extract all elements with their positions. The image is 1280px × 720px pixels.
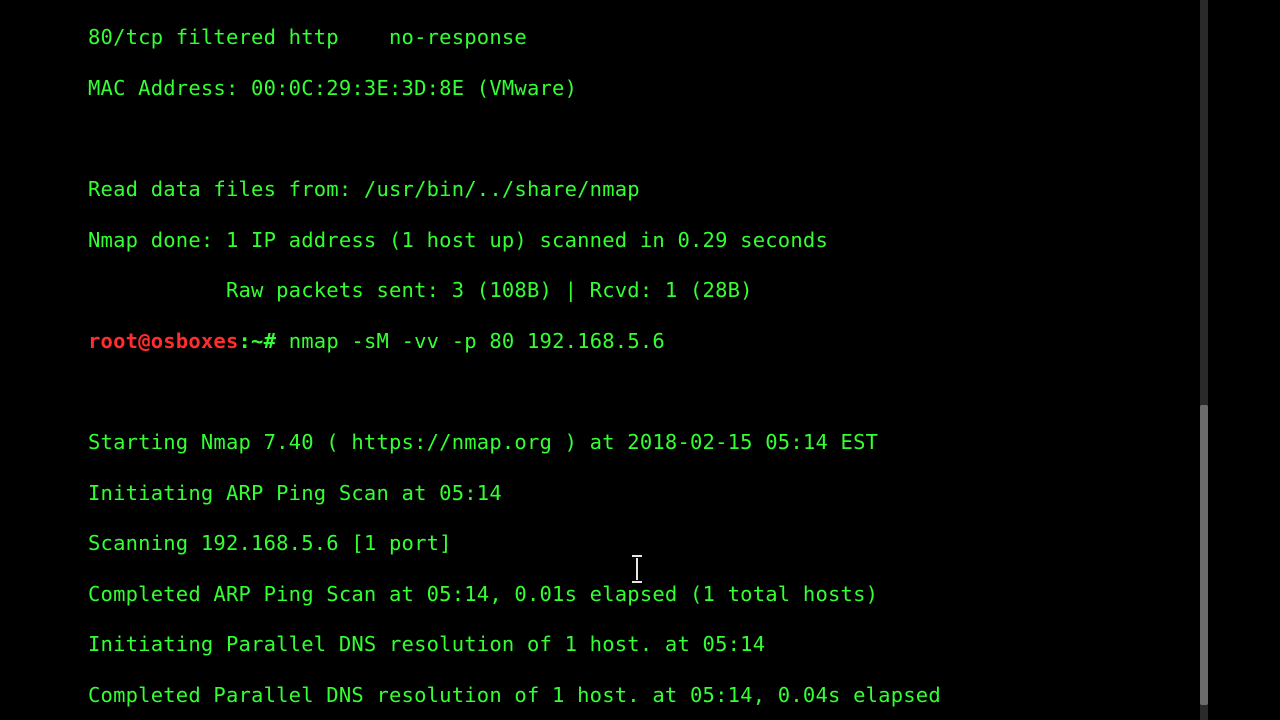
output-line: Read data files from: /usr/bin/../share/…	[88, 177, 1200, 202]
prompt-host: osboxes	[151, 329, 239, 353]
prompt-user: root	[88, 329, 138, 353]
output-line: Initiating Parallel DNS resolution of 1 …	[88, 632, 1200, 657]
output-line	[88, 126, 1200, 151]
output-line: Completed Parallel DNS resolution of 1 h…	[88, 683, 1200, 708]
output-line: MAC Address: 00:0C:29:3E:3D:8E (VMware)	[88, 76, 1200, 101]
output-line: 80/tcp filtered http no-response	[88, 25, 1200, 50]
output-line: Completed ARP Ping Scan at 05:14, 0.01s …	[88, 582, 1200, 607]
command-text: nmap -sM -vv -p 80 192.168.5.6	[289, 329, 665, 353]
output-line	[88, 379, 1200, 404]
terminal-window[interactable]: 80/tcp filtered http no-response MAC Add…	[78, 0, 1200, 720]
prompt-line[interactable]: root@osboxes:~# nmap -sM -vv -p 80 192.1…	[88, 329, 1200, 354]
output-line: Initiating ARP Ping Scan at 05:14	[88, 481, 1200, 506]
screen: 80/tcp filtered http no-response MAC Add…	[0, 0, 1280, 720]
output-line: Starting Nmap 7.40 ( https://nmap.org ) …	[88, 430, 1200, 455]
terminal-content[interactable]: 80/tcp filtered http no-response MAC Add…	[88, 0, 1200, 720]
output-line: Scanning 192.168.5.6 [1 port]	[88, 531, 1200, 556]
scrollbar-thumb[interactable]	[1200, 405, 1208, 705]
output-line: Raw packets sent: 3 (108B) | Rcvd: 1 (28…	[88, 278, 1200, 303]
text-caret-icon	[636, 558, 638, 580]
prompt-sep: @	[138, 329, 151, 353]
output-line: Nmap done: 1 IP address (1 host up) scan…	[88, 228, 1200, 253]
prompt-rest: :~#	[239, 329, 289, 353]
scrollbar-track[interactable]	[1200, 0, 1208, 720]
